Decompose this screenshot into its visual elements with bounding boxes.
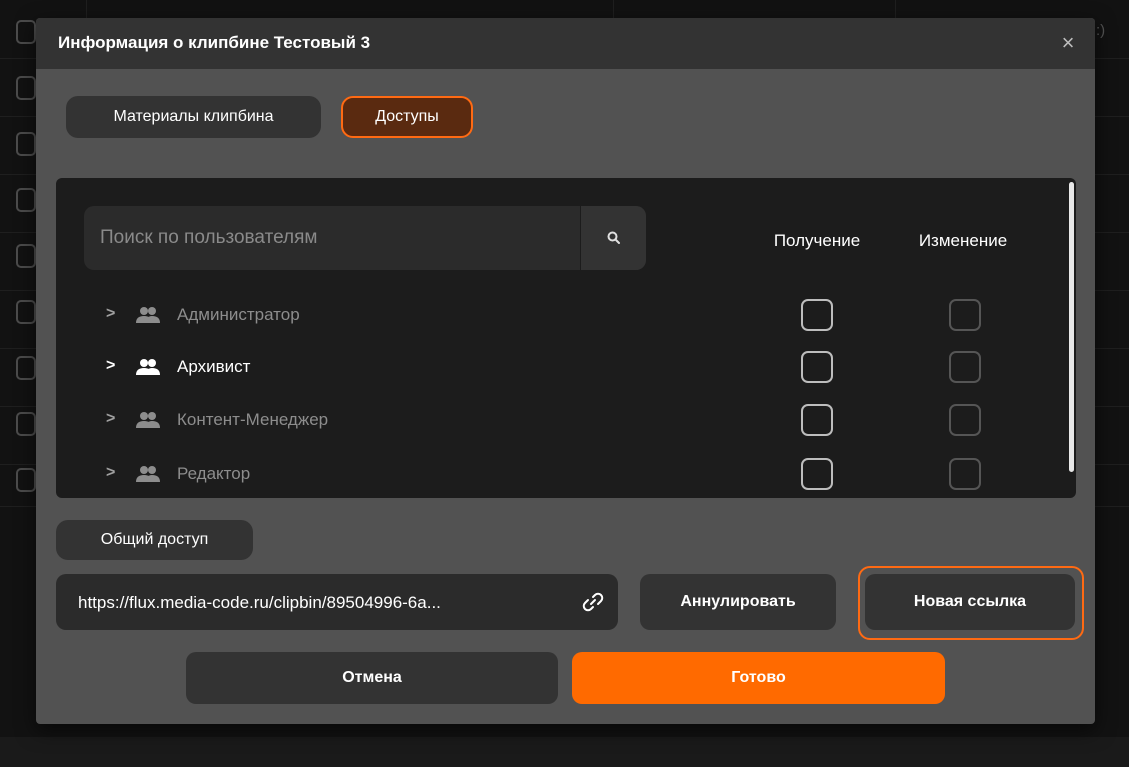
list-item: > Редактор	[56, 454, 1056, 494]
background-footer	[0, 737, 1129, 767]
group-label: Редактор	[177, 464, 251, 483]
tab-access[interactable]: Доступы	[341, 96, 473, 138]
group-label: Архивист	[177, 357, 251, 376]
modal-title: Информация о клипбине Тестовый 3	[58, 33, 371, 52]
column-header-edit: Изменение	[918, 231, 1008, 250]
get-access-checkbox[interactable]	[801, 458, 833, 490]
list-item: > Контент-Менеджер	[56, 400, 1056, 440]
chevron-right-icon[interactable]: >	[106, 410, 120, 428]
users-group-icon	[136, 307, 160, 323]
edit-access-checkbox[interactable]	[949, 299, 981, 331]
users-group-icon	[136, 412, 160, 428]
new-link-button[interactable]: Новая ссылка	[865, 574, 1075, 630]
get-access-checkbox[interactable]	[801, 299, 833, 331]
chevron-right-icon[interactable]: >	[106, 305, 120, 323]
share-link-field[interactable]: https://flux.media-code.ru/clipbin/89504…	[56, 574, 618, 630]
shared-access-label: Общий доступ	[56, 520, 253, 560]
scrollbar[interactable]	[1069, 182, 1074, 472]
edit-access-checkbox[interactable]	[949, 404, 981, 436]
done-button[interactable]: Готово	[572, 652, 945, 704]
clipbin-info-modal: Информация о клипбине Тестовый 3 × Матер…	[36, 18, 1095, 724]
group-label: Контент-Менеджер	[177, 410, 329, 429]
get-access-checkbox[interactable]	[801, 351, 833, 383]
tab-clipbin-materials[interactable]: Материалы клипбина	[66, 96, 321, 138]
search-icon	[607, 231, 620, 244]
search-input[interactable]	[84, 206, 580, 270]
link-icon[interactable]	[580, 589, 606, 615]
user-search	[84, 206, 646, 270]
modal-header: Информация о клипбине Тестовый 3 ×	[36, 18, 1095, 69]
users-group-icon	[136, 466, 160, 482]
column-header-get: Получение	[773, 231, 861, 250]
share-link-text: https://flux.media-code.ru/clipbin/89504…	[78, 593, 441, 612]
users-group-icon	[136, 359, 160, 375]
chevron-right-icon[interactable]: >	[106, 357, 120, 375]
get-access-checkbox[interactable]	[801, 404, 833, 436]
edit-access-checkbox[interactable]	[949, 351, 981, 383]
access-panel: Получение Изменение > Администратор > Ар…	[56, 178, 1076, 498]
cancel-button[interactable]: Отмена	[186, 652, 558, 704]
chevron-right-icon[interactable]: >	[106, 464, 120, 482]
search-button[interactable]	[580, 206, 646, 270]
edit-access-checkbox[interactable]	[949, 458, 981, 490]
revoke-link-button[interactable]: Аннулировать	[640, 574, 836, 630]
group-label: Администратор	[177, 305, 300, 324]
close-icon[interactable]: ×	[1055, 30, 1081, 56]
list-item: > Архивист	[56, 347, 1056, 387]
list-item: > Администратор	[56, 295, 1056, 335]
